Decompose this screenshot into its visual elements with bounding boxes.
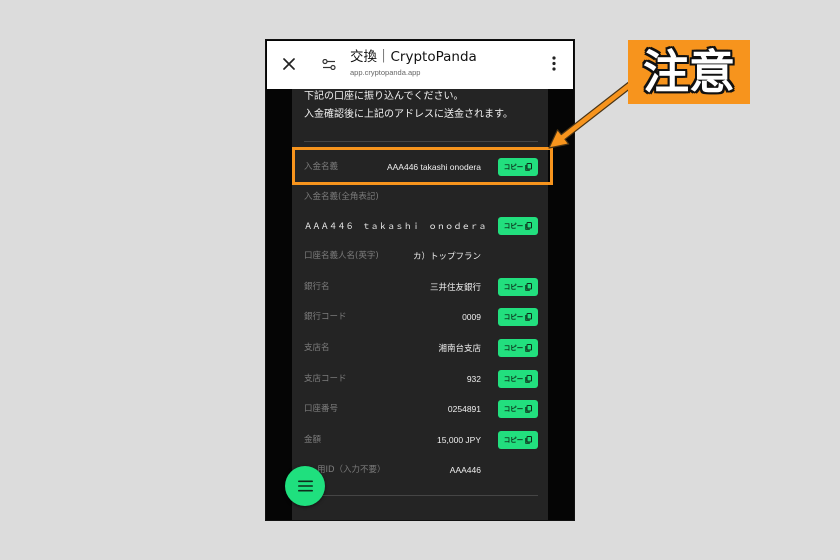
row-value: 湘南台支店 xyxy=(438,343,481,353)
row-label: 銀行名 xyxy=(304,282,330,292)
copy-icon xyxy=(525,222,533,230)
detail-row-bank-code: 銀行コード 0009 コピー xyxy=(304,307,538,327)
row-label: 銀行コード xyxy=(304,312,347,322)
copy-button-label: コピー xyxy=(503,436,524,444)
copy-button-label: コピー xyxy=(503,344,524,352)
menu-fab-button[interactable] xyxy=(285,466,325,506)
copy-button-label: コピー xyxy=(503,313,524,321)
copy-button-branch-code[interactable]: コピー xyxy=(498,370,538,388)
row-value: 三井住友銀行 xyxy=(429,282,481,292)
row-value: 0254891 xyxy=(447,404,481,414)
row-value: 0009 xyxy=(462,312,481,322)
caution-callout: 注意 xyxy=(628,40,750,104)
row-label: 金額 xyxy=(304,435,322,445)
row-label: 支店名 xyxy=(304,343,330,353)
copy-icon xyxy=(525,375,533,383)
copy-icon xyxy=(525,436,533,444)
copy-button-label: コピー xyxy=(503,283,524,291)
copy-button-label: コピー xyxy=(503,222,524,230)
detail-row-deposit-name-fullwidth-label: 入金名義(全角表記) xyxy=(304,187,538,207)
more-vert-icon[interactable] xyxy=(552,56,556,71)
detail-row-bank-name: 銀行名 三井住友銀行 コピー xyxy=(304,277,538,297)
menu-icon xyxy=(297,480,313,492)
row-label: 用ID（入力不要） xyxy=(317,465,386,475)
phone-screenshot: 交換｜CryptoPanda app.cryptopanda.app 下記の口座… xyxy=(265,39,575,521)
detail-row-deposit-name-fullwidth: ＡＡＡ４４６ ｔａｋａｓｈｉ ｏｎｏｄｅｒａ コピー xyxy=(304,216,538,236)
row-label: 入金名義(全角表記) xyxy=(304,192,379,202)
row-value: ＡＡＡ４４６ ｔａｋａｓｈｉ ｏｎｏｄｅｒａ xyxy=(304,221,487,231)
browser-top-bar: 交換｜CryptoPanda app.cryptopanda.app xyxy=(267,41,573,89)
instruction-line-2: 入金確認後に上記のアドレスに送金されます。 xyxy=(304,109,513,120)
copy-button-label: コピー xyxy=(503,375,524,383)
copy-icon xyxy=(525,344,533,352)
copy-icon xyxy=(525,313,533,321)
divider xyxy=(304,141,538,142)
row-value: カ）トップフラン xyxy=(412,251,481,261)
instruction-line-1: 下記の口座に振り込んでください。 xyxy=(304,91,464,102)
row-label: 支店コード xyxy=(304,374,347,384)
copy-button-label: コピー xyxy=(503,405,524,413)
copy-button-amount[interactable]: コピー xyxy=(498,431,538,449)
copy-button-branch-name[interactable]: コピー xyxy=(498,339,538,357)
row-value: 932 xyxy=(466,374,481,384)
page-url: app.cryptopanda.app xyxy=(350,68,421,77)
row-value: AAA446 xyxy=(449,465,481,475)
detail-row-id: 用ID（入力不要） AAA446 xyxy=(304,460,538,480)
tune-icon[interactable] xyxy=(322,58,336,71)
page-title: 交換｜CryptoPanda xyxy=(350,49,477,65)
divider xyxy=(304,495,538,496)
copy-button-bank-code[interactable]: コピー xyxy=(498,308,538,326)
detail-row-branch-name: 支店名 湘南台支店 コピー xyxy=(304,338,538,358)
copy-button-account-number[interactable]: コピー xyxy=(498,400,538,418)
detail-row-amount: 金額 15,000 JPY コピー xyxy=(304,430,538,450)
highlight-box xyxy=(292,147,553,185)
copy-icon xyxy=(525,405,533,413)
close-icon[interactable] xyxy=(283,58,295,70)
row-value: 15,000 JPY xyxy=(437,435,481,445)
row-label: 口座番号 xyxy=(304,404,339,414)
copy-icon xyxy=(525,283,533,291)
row-label: 口座名義人名(英字) xyxy=(304,251,379,261)
detail-row-branch-code: 支店コード 932 コピー xyxy=(304,369,538,389)
copy-button-deposit-name-fullwidth[interactable]: コピー xyxy=(498,217,538,235)
detail-row-account-holder: 口座名義人名(英字) カ）トップフラン xyxy=(304,246,538,266)
detail-row-account-number: 口座番号 0254891 コピー xyxy=(304,399,538,419)
copy-button-bank-name[interactable]: コピー xyxy=(498,278,538,296)
